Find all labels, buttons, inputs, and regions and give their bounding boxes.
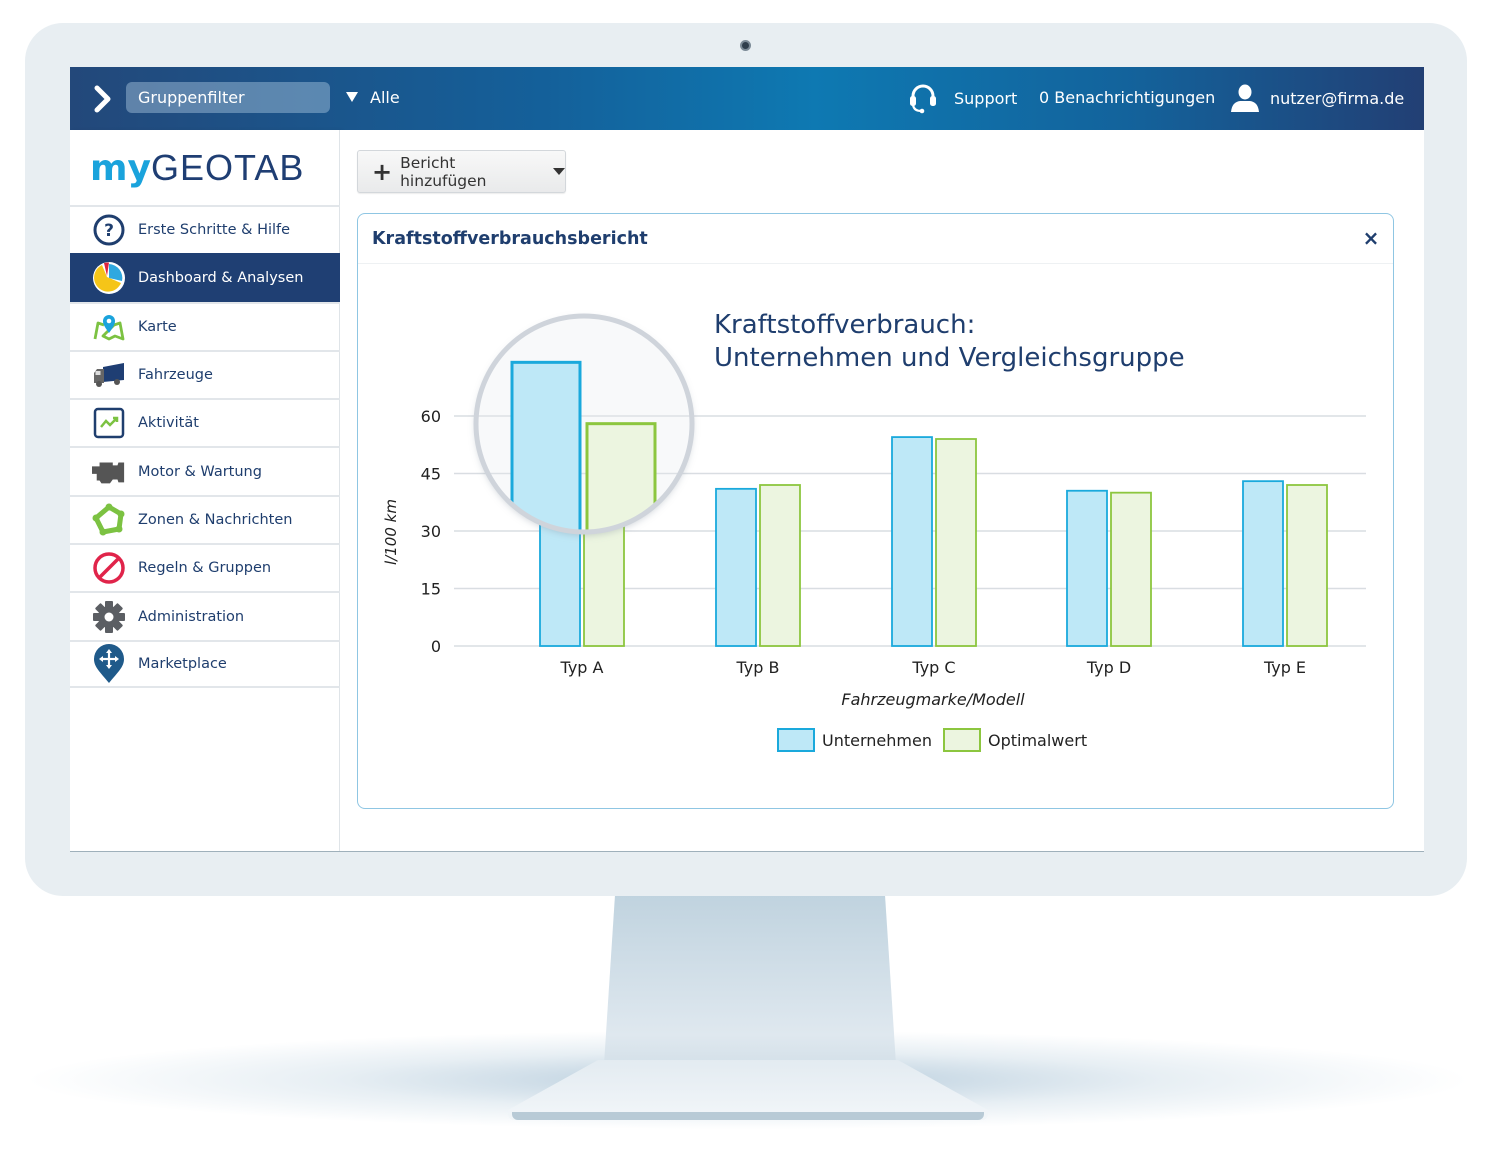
support-label: Support [954, 88, 1018, 108]
user-email: nutzer@firma.de [1270, 88, 1405, 108]
x-tick-label: Typ B [736, 658, 780, 677]
y-tick-label: 30 [421, 522, 441, 541]
x-tick-label: Typ A [560, 658, 604, 677]
zone-icon [92, 503, 126, 537]
sidebar-item-label: Motor & Wartung [138, 463, 262, 480]
y-tick-label: 15 [421, 580, 441, 599]
sidebar-item-label: Fahrzeuge [138, 367, 213, 384]
sidebar-nav: ? Erste Schritte & Hilfe Dashboard & Ana… [70, 205, 340, 688]
prohibited-icon [92, 551, 126, 585]
group-filter-value: Alle [370, 88, 400, 107]
sidebar-item-label: Aktivität [138, 415, 199, 432]
sidebar-item-label: Dashboard & Analysen [138, 270, 304, 287]
sidebar-item-label: Karte [138, 318, 177, 335]
group-filter-input[interactable]: Gruppenfilter [126, 82, 330, 113]
caret-down-icon [346, 92, 358, 102]
sidebar-item-activity[interactable]: Aktivität [70, 398, 340, 446]
y-tick-label: 60 [421, 407, 441, 426]
bar-optimalwert-typ-e [1286, 484, 1328, 647]
group-filter-dropdown[interactable]: Alle [346, 82, 400, 113]
top-bar: Gruppenfilter Alle Support 0 Benachricht… [70, 67, 1424, 130]
legend-swatch-unternehmen [777, 728, 815, 752]
legend-label-optimalwert: Optimalwert [988, 731, 1087, 750]
logo-name: GEOTAB [150, 147, 305, 188]
bar-unternehmen-typ-d [1066, 489, 1108, 647]
bar-unternehmen-typ-e [1242, 480, 1284, 647]
sidebar-item-help[interactable]: ? Erste Schritte & Hilfe [70, 205, 340, 253]
bar-optimalwert-typ-c [935, 438, 977, 647]
fuel-consumption-chart: Kraftstoffverbrauch: Unternehmen und Ver… [382, 310, 1366, 752]
sidebar-item-zones[interactable]: Zonen & Nachrichten [70, 494, 340, 543]
sidebar: myGEOTAB ? Erste Schritte & Hilfe Dashbo… [70, 130, 340, 851]
sidebar-item-label: Regeln & Gruppen [138, 560, 272, 577]
sidebar-item-marketplace[interactable]: Marketplace [70, 639, 340, 688]
legend-swatch-optimalwert [943, 728, 981, 752]
bar-optimalwert-typ-d [1110, 491, 1152, 647]
engine-icon [92, 455, 126, 489]
gear-icon [92, 600, 126, 634]
x-tick-label: Typ E [1263, 658, 1306, 677]
bar-unternehmen-typ-b [715, 487, 757, 647]
chart-title-line-2: Unternehmen und Vergleichsgruppe [714, 343, 1185, 373]
y-tick-label: 0 [431, 637, 441, 656]
sidebar-item-label: Administration [138, 608, 245, 625]
monitor-stand-base-edge [512, 1112, 984, 1120]
sidebar-item-vehicles[interactable]: Fahrzeuge [70, 349, 340, 398]
x-tick-label: Typ D [1086, 658, 1131, 677]
mygeotab-logo[interactable]: myGEOTAB [90, 147, 305, 189]
x-tick-label: Typ C [911, 658, 955, 677]
sidebar-item-administration[interactable]: Administration [70, 591, 340, 639]
headset-icon [910, 84, 936, 114]
add-report-label: Bericht hinzufügen [400, 153, 487, 190]
map-icon [92, 310, 126, 344]
support-link[interactable]: Support [908, 80, 1017, 116]
legend-label-unternehmen: Unternehmen [822, 731, 932, 750]
bar-unternehmen-typ-c [891, 436, 933, 647]
bar-optimalwert-typ-b [759, 484, 801, 647]
add-report-button[interactable]: + Bericht hinzufügen [357, 150, 566, 193]
app-screen: Gruppenfilter Alle Support 0 Benachricht… [70, 67, 1424, 852]
report-panel: Kraftstoffverbrauchsbericht × Kraftstoff… [357, 213, 1394, 809]
sidebar-item-engine[interactable]: Motor & Wartung [70, 446, 340, 494]
notifications-link[interactable]: 0 Benachrichtigungen [1039, 80, 1215, 116]
sidebar-item-map[interactable]: Karte [70, 301, 340, 350]
sidebar-item-dashboard[interactable]: Dashboard & Analysen [70, 253, 340, 302]
user-menu[interactable]: nutzer@firma.de [1230, 80, 1404, 116]
user-icon [1231, 84, 1259, 112]
logo-prefix: my [90, 148, 151, 189]
pie-chart-icon [92, 261, 126, 295]
x-axis-label: Fahrzeugmarke/Modell [841, 690, 1025, 709]
sidebar-item-label: Zonen & Nachrichten [138, 511, 293, 528]
camera-icon [740, 40, 751, 51]
chart-title-line-1: Kraftstoffverbrauch: [714, 310, 975, 340]
plus-icon: + [372, 157, 393, 186]
sidebar-item-rules[interactable]: Regeln & Gruppen [70, 543, 340, 591]
main-content: + Bericht hinzufügen Kraftstoffverbrauch… [340, 130, 1424, 851]
help-icon: ? [92, 213, 126, 247]
sidebar-item-label: Erste Schritte & Hilfe [138, 222, 291, 239]
y-axis-label: l/100 km [382, 499, 400, 565]
marketplace-pin-icon [92, 643, 126, 683]
chevron-right-icon[interactable] [92, 84, 114, 114]
activity-icon [92, 406, 126, 440]
sidebar-item-label: Marketplace [138, 655, 227, 672]
caret-down-icon [553, 168, 565, 175]
svg-text:?: ? [104, 221, 114, 241]
y-tick-label: 45 [421, 465, 441, 484]
truck-icon [92, 358, 126, 392]
